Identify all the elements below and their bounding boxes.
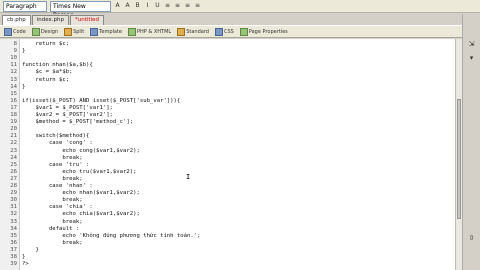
panel-expand-icon[interactable]: ⇲ [467,40,476,49]
tab-2[interactable]: *untitled [70,15,104,25]
line-code: ?> [22,261,29,268]
format-toolbar: Paragraph Times New Roman AABIU≡≡≡≡ [0,0,480,19]
format-button-4[interactable]: U [154,2,161,10]
editor-scrollbar[interactable] [455,39,462,270]
document-tabs: cb.php index.php *untitled [0,14,480,25]
scrollbar-thumb[interactable] [457,99,461,219]
toolbar-item-icon [214,27,223,36]
toolbar-item-label: PHP & XHTML [137,28,172,35]
format-button-1[interactable]: A [124,2,131,10]
toolbar-item-icon [4,27,12,36]
tab-0[interactable]: cb.php [2,15,31,25]
format-button-2[interactable]: B [134,2,141,10]
view-toolbar-item-4[interactable]: PHP & XHTML [128,27,172,36]
toolbar-item-icon [128,27,136,36]
toolbar-item-label: Template [99,28,122,35]
line-number: 39 [10,261,17,268]
view-toolbar-item-0[interactable]: Code [4,27,26,36]
panel-resize-icon[interactable]: ⇳ [467,234,476,243]
toolbar-item-label: CSS [223,28,234,35]
format-button-3[interactable]: I [144,2,151,10]
view-toolbar-item-3[interactable]: Template [90,27,122,36]
tab-1[interactable]: index.php [31,15,69,25]
toolbar-item-label: Design [40,28,59,35]
format-button-5[interactable]: ≡ [164,2,171,10]
right-panel: ⇲ ▾ ⇳ [462,14,480,270]
toolbar-item-label: Standard [186,28,209,35]
format-button-7[interactable]: ≡ [184,2,191,10]
mouse-cursor: I [186,173,191,181]
toolbar-item-icon [239,27,248,36]
view-toolbar-item-2[interactable]: Split [64,27,85,36]
view-toolbar-item-7[interactable]: Page Properties [239,27,288,36]
format-button-0[interactable]: A [114,2,121,10]
view-toolbar-item-6[interactable]: CSS [214,27,234,36]
format-button-8[interactable]: ≡ [194,2,201,10]
toolbar-item-icon [64,27,73,36]
code-line: 39 ?> [0,260,455,268]
toolbar-item-icon [177,27,186,36]
toolbar-item-icon [31,27,40,36]
toolbar-item-label: Page Properties [248,28,288,35]
format-button-6[interactable]: ≡ [174,2,181,10]
format-select[interactable]: Paragraph [3,0,47,12]
toolbar-item-label: Split [73,28,85,35]
code-editor[interactable]: 8 return $c; 9} 10 11 function nhan($a,$b){1… [0,39,455,270]
toolbar-item-label: Code [13,28,26,35]
font-select[interactable]: Times New Roman [50,0,111,19]
view-toolbar: Code Design Split Template PHP & XHTML Standa… [0,25,480,38]
toolbar-item-icon [90,27,99,36]
view-toolbar-item-5[interactable]: Standard [177,27,209,36]
panel-collapse-icon[interactable]: ▾ [467,54,476,63]
view-toolbar-item-1[interactable]: Design [31,27,59,36]
